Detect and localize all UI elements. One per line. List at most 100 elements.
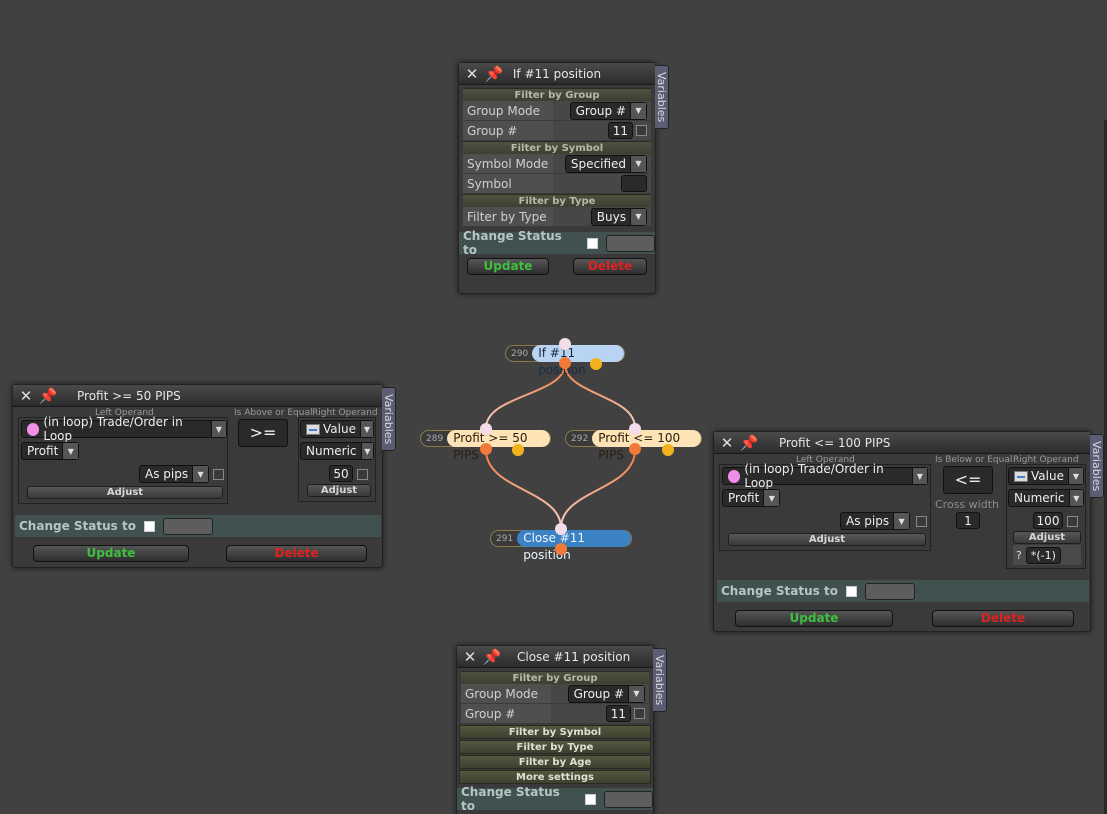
right-value-input[interactable]: 50 [329,465,353,482]
delete-button[interactable]: Delete [226,545,367,562]
node-id: 290 [511,348,529,359]
close-icon[interactable]: ✕ [463,65,481,83]
group-mode-row: Group Mode Group # ▼ [463,101,651,121]
change-status-input[interactable] [605,234,656,252]
more-settings-section[interactable]: More settings [459,770,651,784]
group-number-label: Group # [463,121,553,140]
panel-titlebar[interactable]: ✕ 📌 Close #11 position [457,646,653,668]
change-status-label: Change Status to [463,229,562,257]
panel-title: Profit <= 100 PIPS [779,435,891,450]
change-status-checkbox[interactable] [143,520,155,532]
filter-by-type-section[interactable]: Filter by Type [459,740,651,754]
right-type-dropdown[interactable]: Value ▼ [1008,467,1084,485]
group-number-checkbox[interactable] [634,708,645,719]
group-mode-dropdown[interactable]: Group # ▼ [569,101,647,120]
delete-button[interactable]: Delete [573,258,647,275]
group-number-input[interactable]: 11 [607,122,633,139]
left-unit-checkbox[interactable] [213,469,224,480]
chevron-down-icon: ▼ [763,490,780,506]
change-status-input[interactable] [864,582,915,600]
pin-icon[interactable]: 📌 [39,387,58,405]
left-source-dropdown[interactable]: (in loop) Trade/Order in Loop ▼ [722,462,928,490]
left-adjust-button[interactable]: Adjust [27,486,223,499]
close-icon[interactable]: ✕ [17,387,35,405]
node-output-dot[interactable] [629,443,641,455]
value-icon [306,423,320,435]
node-id: 289 [426,433,444,444]
filter-type-dropdown[interactable]: Buys ▼ [590,207,647,226]
operator-button[interactable]: <= [943,466,993,494]
node-input-dot[interactable] [629,423,641,435]
right-kind-dropdown[interactable]: Numeric ▼ [1008,489,1084,507]
left-field-dropdown[interactable]: Profit ▼ [21,442,80,460]
right-value-input[interactable]: 100 [1033,512,1063,529]
left-unit-dropdown[interactable]: As pips ▼ [139,465,210,483]
node-input-dot[interactable] [559,338,571,350]
variables-tab[interactable]: Variables [655,65,669,129]
node-output-dot[interactable] [590,358,602,370]
right-adjust-button[interactable]: Adjust [307,484,371,497]
symbol-input[interactable] [621,175,647,192]
panel-titlebar[interactable]: ✕ 📌 Profit <= 100 PIPS [714,432,1090,454]
node-output-dot[interactable] [555,543,567,555]
group-mode-label: Group Mode [461,684,551,703]
symbol-mode-dropdown[interactable]: Specified ▼ [564,154,647,173]
left-adjust-button[interactable]: Adjust [728,533,926,546]
left-unit-dropdown[interactable]: As pips ▼ [840,512,911,530]
change-status-row: Change Status to [717,580,1089,602]
node-input-dot[interactable] [480,423,492,435]
update-button[interactable]: Update [33,545,189,562]
change-status-checkbox[interactable] [845,585,857,597]
group-mode-dropdown[interactable]: Group # ▼ [567,684,645,703]
change-status-label: Change Status to [721,584,838,598]
left-operand-box: (in loop) Trade/Order in Loop ▼ Profit ▼ … [18,415,228,504]
node-label: If #11 position [532,345,624,377]
pin-icon[interactable]: 📌 [740,434,759,452]
change-status-label: Change Status to [461,785,560,813]
right-value-checkbox[interactable] [1067,516,1078,527]
left-operand-box: (in loop) Trade/Order in Loop ▼ Profit ▼ … [719,462,931,551]
chevron-down-icon: ▼ [893,513,910,529]
right-adjust-button[interactable]: Adjust [1013,531,1081,544]
update-button[interactable]: Update [467,258,549,275]
right-value-checkbox[interactable] [357,469,368,480]
left-field-dropdown[interactable]: Profit ▼ [722,489,781,507]
change-status-checkbox[interactable] [584,793,596,805]
close-icon[interactable]: ✕ [461,648,479,666]
panel-titlebar[interactable]: ✕ 📌 If #11 position [459,63,655,85]
node-output-dot[interactable] [480,443,492,455]
adjust-expression-row: ? *(-1) [1013,545,1081,565]
change-status-input[interactable] [162,517,213,535]
help-icon[interactable]: ? [1016,549,1022,562]
left-unit-checkbox[interactable] [916,516,927,527]
adjust-expression-input[interactable]: *(-1) [1025,546,1061,564]
right-type-dropdown[interactable]: Value ▼ [300,420,374,438]
filter-by-symbol-section[interactable]: Filter by Symbol [459,725,651,739]
panel-titlebar[interactable]: ✕ 📌 Profit >= 50 PIPS [13,385,382,407]
left-source-dropdown[interactable]: (in loop) Trade/Order in Loop ▼ [21,415,227,443]
cross-width-input[interactable]: 1 [956,512,980,529]
variables-tab[interactable]: Variables [1090,434,1104,498]
change-status-checkbox[interactable] [586,237,598,249]
node-output-dot[interactable] [512,444,524,456]
group-mode-label: Group Mode [463,101,553,120]
variables-tab[interactable]: Variables [382,387,396,451]
chevron-down-icon: ▼ [359,421,373,437]
variables-tab[interactable]: Variables [653,648,667,712]
filter-by-age-section[interactable]: Filter by Age [459,755,651,769]
change-status-input[interactable] [603,790,654,808]
loop-object-icon [27,422,40,436]
node-output-dot[interactable] [559,357,571,369]
pin-icon[interactable]: 📌 [485,65,504,83]
node-output-dot[interactable] [662,444,674,456]
group-number-input[interactable]: 11 [605,705,631,722]
group-number-checkbox[interactable] [636,125,647,136]
update-button[interactable]: Update [735,610,893,627]
pin-icon[interactable]: 📌 [483,648,502,666]
right-kind-dropdown[interactable]: Numeric ▼ [300,442,374,460]
group-number-row: Group # 11 [461,704,649,724]
operator-button[interactable]: >= [238,419,288,447]
delete-button[interactable]: Delete [932,610,1074,627]
close-icon[interactable]: ✕ [718,434,736,452]
node-input-dot[interactable] [555,523,567,535]
